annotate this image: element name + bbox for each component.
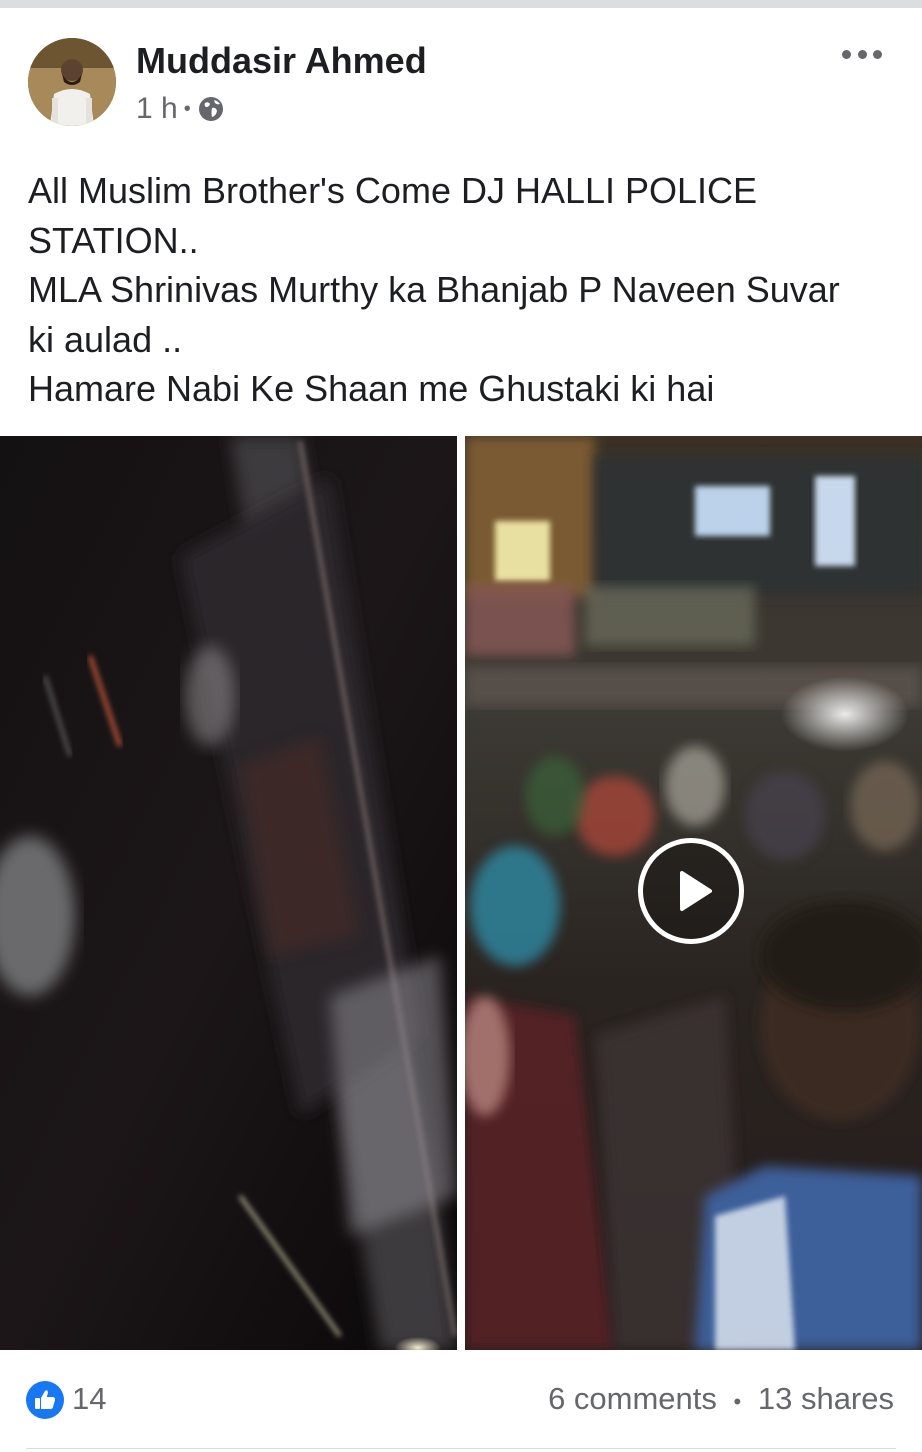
play-icon xyxy=(680,871,712,911)
facebook-post: Muddasir Ahmed 1 h • All Muslim Brother'… xyxy=(0,0,922,1452)
media-grid xyxy=(0,436,922,1350)
post-text-line: MLA Shrinivas Murthy ka Bhanjab P Naveen… xyxy=(28,269,840,310)
post-text-line: STATION.. xyxy=(28,219,199,261)
globe-icon[interactable] xyxy=(197,95,225,123)
post-text-line: Hamare Nabi Ke Shaan me Ghustaki ki hai xyxy=(28,368,715,409)
play-button[interactable] xyxy=(638,838,744,944)
like-icon[interactable] xyxy=(26,1381,64,1419)
meta-separator: • xyxy=(183,97,191,120)
divider xyxy=(26,1448,896,1449)
post-text-line: ki aulad .. xyxy=(28,318,183,360)
comments-count[interactable]: 6 comments xyxy=(548,1381,717,1416)
post-meta: 1 h • xyxy=(136,92,225,126)
post-text: All Muslim Brother's Come DJ HALLI POLIC… xyxy=(28,166,908,414)
shares-count[interactable]: 13 shares xyxy=(758,1381,894,1416)
author-name[interactable]: Muddasir Ahmed xyxy=(136,40,427,82)
more-options-icon[interactable] xyxy=(842,42,882,66)
engagement-counts: 6 comments • 13 shares xyxy=(548,1381,894,1417)
avatar[interactable] xyxy=(28,38,116,126)
video-thumbnail-1[interactable] xyxy=(0,436,457,1350)
timestamp[interactable]: 1 h xyxy=(136,92,178,126)
counts-separator: • xyxy=(733,1389,742,1414)
top-divider xyxy=(0,0,922,8)
post-footer: 14 6 comments • 13 shares xyxy=(0,1350,922,1452)
reaction-count[interactable]: 14 xyxy=(72,1381,106,1417)
post-text-line: All Muslim Brother's Come DJ HALLI POLIC… xyxy=(28,170,758,211)
post-header: Muddasir Ahmed 1 h • xyxy=(0,8,922,148)
